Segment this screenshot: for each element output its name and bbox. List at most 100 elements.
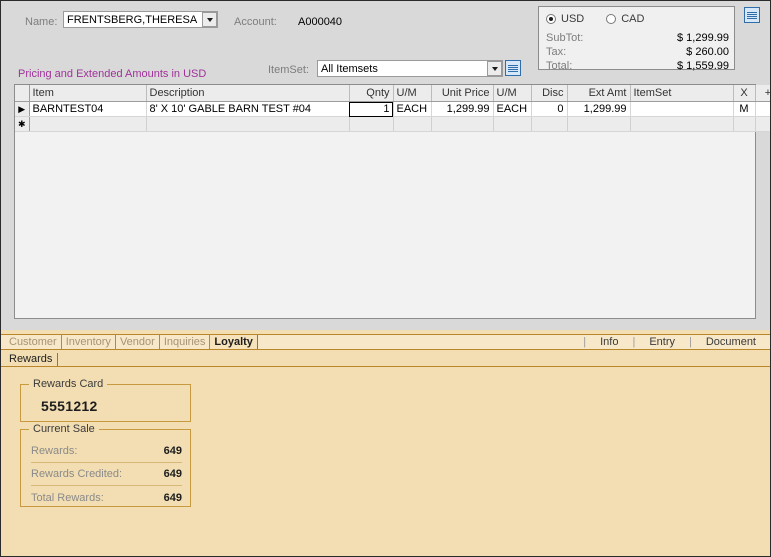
total-value: $ 1,559.99 [677,60,729,72]
line-items-grid[interactable]: Item Description Qnty U/M Unit Price U/M… [14,84,756,319]
tax-label: Tax: [546,46,566,58]
tab-entry[interactable]: Entry [643,336,681,348]
col-header-x[interactable]: X [733,85,755,102]
tab-separator: | [624,336,643,348]
loyalty-panel: Customer Inventory Vendor Inquiries Loya… [1,330,770,556]
tab-customer[interactable]: Customer [1,335,62,349]
cell-qnty[interactable]: 1 [349,102,393,117]
col-header-qnty[interactable]: Qnty [349,85,393,102]
account-value: A000040 [298,16,342,28]
cell-disc[interactable]: 0 [531,102,567,117]
currency-radio-group[interactable]: USD CAD [546,13,666,25]
cell-um-1-new[interactable] [393,117,431,132]
rewards-credited-row: Rewards Credited: 649 [31,463,182,486]
tax-value: $ 260.00 [686,46,729,58]
menu-line [747,18,757,19]
chevron-down-icon[interactable] [202,12,217,27]
tab-inquiries[interactable]: Inquiries [160,335,211,349]
cell-itemset[interactable] [630,102,733,117]
menu-line [508,67,518,68]
col-header-itemset[interactable]: ItemSet [630,85,733,102]
cell-x[interactable]: M [733,102,755,117]
sub-tab-bar: Rewards [1,352,770,367]
tab-bar-right-actions: | Info | Entry | Document [575,336,770,348]
tab-vendor[interactable]: Vendor [116,335,160,349]
tab-inventory[interactable]: Inventory [62,335,116,349]
totals-menu-icon[interactable] [744,7,760,23]
caret-down-glyph [207,18,213,22]
radio-usd[interactable] [546,14,556,24]
new-row-placeholder[interactable]: ✱ [15,117,771,132]
row-current-marker: ▶ [15,102,29,117]
menu-line [747,14,757,15]
col-header-item[interactable]: Item [29,85,146,102]
rewards-row: Rewards: 649 [31,440,182,463]
current-sale-group: Current Sale Rewards: 649 Rewards Credit… [20,429,191,507]
tab-separator: | [575,336,594,348]
rewards-card-title: Rewards Card [29,378,107,390]
chevron-down-icon[interactable] [487,61,502,76]
radio-cad-label: CAD [621,13,644,25]
cell-ext-amt-new[interactable] [567,117,630,132]
subtotal-value: $ 1,299.99 [677,32,729,44]
customer-name-value: FRENTSBERG,THERESA [64,14,202,26]
total-rewards-value: 649 [164,492,182,504]
row-marker-header [15,85,29,102]
cell-um-2[interactable]: EACH [493,102,531,117]
cell-disc-new[interactable] [531,117,567,132]
menu-line [747,16,757,17]
cell-um-2-new[interactable] [493,117,531,132]
menu-line [508,71,518,72]
cell-x-new[interactable] [733,117,755,132]
cell-item[interactable]: BARNTEST04 [29,102,146,117]
rewards-card-group: Rewards Card 5551212 [20,384,191,422]
tab-info[interactable]: Info [594,336,624,348]
total-row: Total: $ 1,559.99 [546,60,729,72]
caret-down-glyph [492,67,498,71]
customer-name-combobox[interactable]: FRENTSBERG,THERESA [63,11,218,28]
cell-itemset-new[interactable] [630,117,733,132]
radio-usd-label: USD [561,13,584,25]
cell-ext-amt[interactable]: 1,299.99 [567,102,630,117]
cell-qnty-new[interactable] [349,117,393,132]
cell-item-new[interactable] [29,117,146,132]
col-header-um-2[interactable]: U/M [493,85,531,102]
menu-line [747,12,757,13]
tab-loyalty[interactable]: Loyalty [210,335,258,349]
current-sale-title: Current Sale [29,423,99,435]
col-header-disc[interactable]: Disc [531,85,567,102]
col-header-description[interactable]: Description [146,85,349,102]
col-header-plus[interactable]: + [755,85,771,102]
total-label: Total: [546,60,572,72]
cell-um-1[interactable]: EACH [393,102,431,117]
cell-description-new[interactable] [146,117,349,132]
subtotal-label: SubTot: [546,32,583,44]
itemset-label: ItemSet: [268,64,309,76]
total-rewards-label: Total Rewards: [31,492,104,504]
col-header-um-1[interactable]: U/M [393,85,431,102]
main-tab-bar: Customer Inventory Vendor Inquiries Loya… [1,334,770,350]
cell-description[interactable]: 8' X 10' GABLE BARN TEST #04 [146,102,349,117]
radio-cad[interactable] [606,14,616,24]
cell-unit-price[interactable]: 1,299.99 [431,102,493,117]
itemset-combobox[interactable]: All Itemsets [317,60,503,77]
rewards-credited-value: 649 [164,468,182,480]
rewards-card-number: 5551212 [41,398,98,414]
itemset-menu-icon[interactable] [505,60,521,76]
itemset-value: All Itemsets [318,63,487,75]
grid-header-row: Item Description Qnty U/M Unit Price U/M… [15,85,771,102]
tab-document[interactable]: Document [700,336,762,348]
table-row[interactable]: ▶ BARNTEST04 8' X 10' GABLE BARN TEST #0… [15,102,771,117]
totals-panel: USD CAD SubTot: $ 1,299.99 Tax: $ 260.00… [538,6,735,70]
order-header-panel: Name: FRENTSBERG,THERESA Account: A00004… [1,1,770,330]
pos-order-entry-window: Name: FRENTSBERG,THERESA Account: A00004… [0,0,771,557]
cell-plus[interactable] [755,102,771,117]
total-rewards-row: Total Rewards: 649 [31,486,182,509]
rewards-credited-label: Rewards Credited: [31,468,122,480]
cell-unit-price-new[interactable] [431,117,493,132]
subtab-rewards[interactable]: Rewards [1,353,58,366]
col-header-ext-amt[interactable]: Ext Amt [567,85,630,102]
account-label: Account: [234,16,277,28]
col-header-unit-price[interactable]: Unit Price [431,85,493,102]
cell-plus-new[interactable] [755,117,771,132]
